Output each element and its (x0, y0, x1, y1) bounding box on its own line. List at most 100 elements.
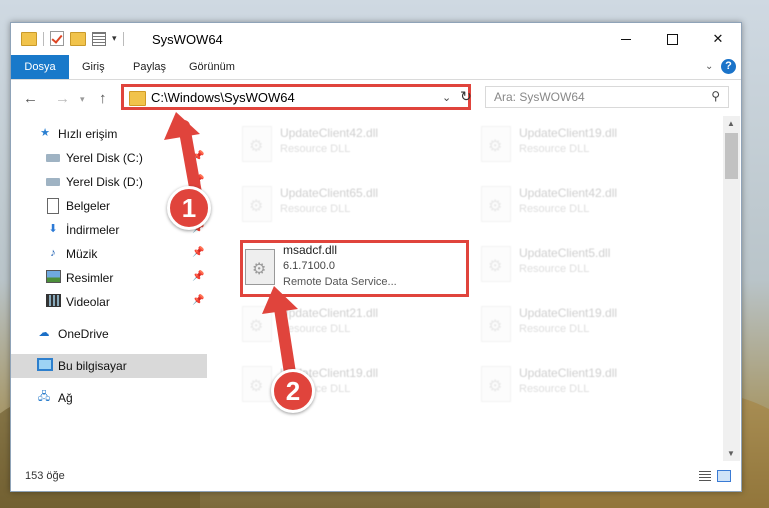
search-input[interactable]: Ara: SysWOW64 ⚲ (485, 86, 729, 108)
sidebar-item-label: Müzik (66, 247, 98, 261)
file-name: UpdateClient21.dll (280, 306, 379, 320)
forward-arrow-icon[interactable]: → (55, 90, 70, 107)
scroll-thumb[interactable] (725, 133, 738, 179)
highlight-box (240, 240, 469, 297)
chevron-down-icon[interactable]: ⌄ (442, 91, 451, 104)
window-title: SysWOW64 (152, 32, 223, 47)
vertical-scrollbar[interactable]: ▲ ▼ (723, 116, 740, 461)
pin-icon[interactable]: 📌 (192, 271, 204, 282)
file-name: UpdateClient42.dll (519, 186, 618, 200)
file-item[interactable]: UpdateClient21.dll Resource DLL (240, 300, 468, 352)
tab-home[interactable]: Giriş (82, 55, 105, 79)
properties-check-icon[interactable] (50, 31, 64, 46)
file-item[interactable]: UpdateClient19.dll Resource DLL (479, 300, 707, 352)
file-name: UpdateClient42.dll (280, 126, 379, 140)
file-description: Resource DLL (280, 323, 351, 335)
search-placeholder: Ara: SysWOW64 (494, 90, 585, 104)
title-bar: ▾ SysWOW64 ✕ (11, 23, 741, 55)
videos-icon (46, 294, 61, 307)
dll-file-icon (481, 246, 511, 282)
file-item[interactable]: UpdateClient5.dll Resource DLL (479, 240, 707, 292)
file-item[interactable]: UpdateClient42.dll Resource DLL (479, 180, 707, 232)
toolbar-divider (43, 31, 44, 46)
tiles-view-icon[interactable] (717, 470, 731, 482)
pictures-icon (46, 270, 61, 283)
step-badge-2: 2 (271, 369, 315, 413)
sidebar-item-music[interactable]: ♪ Müzik 📌 (11, 242, 207, 266)
file-name: UpdateClient19.dll (519, 126, 618, 140)
tab-view[interactable]: Görünüm (189, 55, 235, 79)
music-icon: ♪ (50, 247, 56, 259)
tab-share[interactable]: Paylaş (133, 55, 166, 79)
tab-file[interactable]: Dosya (11, 55, 69, 79)
sidebar-item-label: Bu bilgisayar (58, 359, 127, 373)
scroll-down-icon[interactable]: ▼ (727, 449, 735, 458)
recent-locations-icon[interactable]: ▾ (80, 94, 85, 105)
file-description: Resource DLL (519, 263, 590, 275)
refresh-icon[interactable]: ↻ (457, 86, 475, 106)
file-description: Resource DLL (519, 143, 590, 155)
document-icon (47, 198, 59, 214)
pin-icon[interactable]: 📌 (192, 175, 204, 186)
up-arrow-icon[interactable]: ↑ (99, 90, 107, 107)
file-description: Resource DLL (519, 323, 590, 335)
sidebar-item-network[interactable]: 🖧 Ağ (11, 386, 207, 410)
sidebar-item-label: Hızlı erişim (58, 127, 118, 141)
sidebar-item-label: Yerel Disk (D:) (66, 175, 143, 189)
sidebar-item-onedrive[interactable]: ☁ OneDrive (11, 322, 207, 346)
dll-file-icon (481, 126, 511, 162)
new-folder-icon[interactable] (70, 31, 86, 46)
file-item[interactable]: UpdateClient65.dll Resource DLL (240, 180, 468, 232)
sidebar-item-local-disk-c[interactable]: Yerel Disk (C:) 📌 (11, 146, 207, 170)
details-view-icon[interactable] (699, 471, 711, 482)
ribbon-tabs: Dosya Giriş Paylaş Görünüm ⌄ ? (11, 55, 741, 80)
search-icon[interactable]: ⚲ (711, 89, 720, 103)
expand-ribbon-icon[interactable]: ⌄ (705, 61, 713, 72)
file-name: UpdateClient65.dll (280, 186, 379, 200)
folder-icon (129, 91, 146, 106)
sidebar-item-label: OneDrive (58, 327, 109, 341)
folder-icon (21, 31, 37, 46)
sidebar-item-label: İndirmeler (66, 223, 120, 237)
sidebar-item-label: Belgeler (66, 199, 111, 213)
dll-file-icon (481, 186, 511, 222)
item-count: 153 öğe (25, 470, 65, 482)
address-bar[interactable]: C:\Windows\SysWOW64 ⌄ (121, 84, 471, 110)
dll-file-icon (242, 126, 272, 162)
chevron-down-icon[interactable]: ▾ (112, 33, 117, 44)
file-description: Resource DLL (280, 203, 351, 215)
pin-icon[interactable]: 📌 (192, 247, 204, 258)
address-path[interactable]: C:\Windows\SysWOW64 (151, 90, 295, 105)
computer-icon (37, 358, 53, 371)
file-description: Resource DLL (519, 383, 590, 395)
network-icon: 🖧 (37, 391, 51, 403)
star-icon: ★ (40, 127, 50, 139)
back-arrow-icon[interactable]: ← (23, 90, 38, 107)
sidebar-item-quick-access[interactable]: ★ Hızlı erişim (11, 122, 207, 146)
scroll-up-icon[interactable]: ▲ (727, 119, 735, 128)
status-bar: 153 öğe (11, 465, 741, 489)
help-icon[interactable]: ? (721, 59, 736, 74)
dll-file-icon (481, 366, 511, 402)
sidebar-item-pictures[interactable]: Resimler 📌 (11, 266, 207, 290)
quick-access-toolbar: ▾ (21, 31, 124, 46)
file-item[interactable]: UpdateClient19.dll Resource DLL (479, 120, 707, 172)
toolbar-divider (122, 31, 124, 46)
file-item[interactable]: UpdateClient19.dll Resource DLL (479, 360, 707, 412)
maximize-button[interactable] (649, 23, 695, 55)
file-name: UpdateClient5.dll (519, 246, 611, 260)
sidebar-item-videos[interactable]: Videolar 📌 (11, 290, 207, 314)
properties-icon[interactable] (92, 31, 106, 46)
disk-icon (46, 154, 60, 162)
sidebar-item-this-pc[interactable]: Bu bilgisayar (11, 354, 207, 378)
dll-file-icon (242, 366, 272, 402)
file-item[interactable]: UpdateClient42.dll Resource DLL (240, 120, 468, 172)
close-button[interactable]: ✕ (695, 23, 741, 55)
pin-icon[interactable]: 📌 (192, 151, 204, 162)
step-badge-1: 1 (167, 186, 211, 230)
minimize-button[interactable] (603, 23, 649, 55)
pin-icon[interactable]: 📌 (192, 295, 204, 306)
disk-icon (46, 178, 60, 186)
sidebar-item-label: Ağ (58, 391, 73, 405)
dll-file-icon (481, 306, 511, 342)
